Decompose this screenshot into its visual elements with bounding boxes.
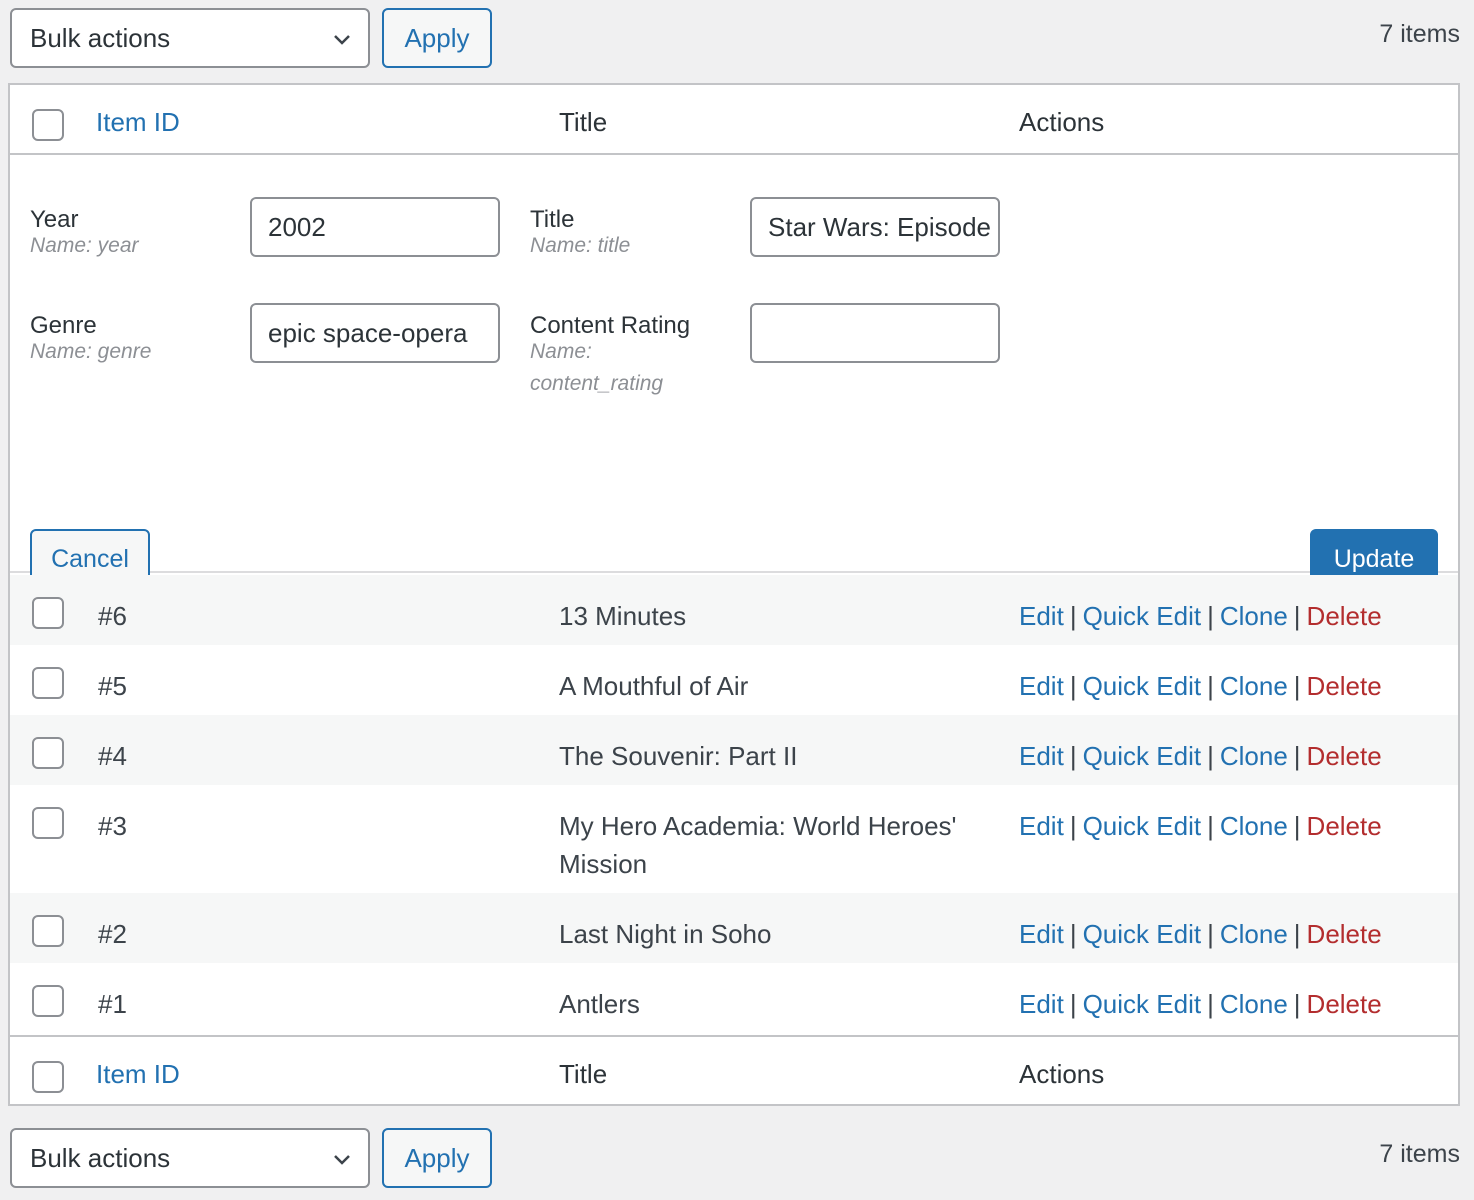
year-input[interactable]: 2002 (250, 197, 500, 257)
table-row: #1 Antlers Edit | Quick Edit | Clone | Delete (10, 963, 1458, 1033)
table-row: #4 The Souvenir: Part II Edit | Quick Edit… (10, 715, 1458, 785)
bulk-actions-select-value: Bulk actions (30, 1143, 171, 1173)
year-label: Year Name: year (30, 207, 139, 265)
items-count-bottom: 7 items (1379, 1140, 1460, 1168)
row-title: 13 Minutes (559, 601, 687, 631)
genre-field-name: Name: genre (30, 340, 152, 363)
chevron-down-icon (334, 35, 350, 45)
row-title: Last Night in Soho (559, 919, 772, 949)
column-header-title: Title (559, 107, 608, 137)
delete-link[interactable]: Delete (1307, 811, 1382, 841)
row-id: #5 (98, 671, 127, 701)
quick-edit-link[interactable]: Quick Edit (1083, 919, 1202, 949)
delete-link[interactable]: Delete (1307, 741, 1382, 771)
content-rating-input[interactable] (750, 303, 1000, 363)
quick-edit-link[interactable]: Quick Edit (1083, 989, 1202, 1019)
delete-link[interactable]: Delete (1307, 601, 1382, 631)
apply-button-bottom[interactable]: Apply (382, 1128, 492, 1188)
clone-link[interactable]: Clone (1220, 601, 1288, 631)
quick-edit-panel: Year Name: year 2002 Title Name: title S… (10, 157, 1458, 589)
row-actions: Edit | Quick Edit | Clone | Delete (1019, 671, 1382, 701)
tablenav-top: Bulk actions Apply 7 items (10, 8, 1460, 68)
delete-link[interactable]: Delete (1307, 989, 1382, 1019)
bulk-actions-select-value: Bulk actions (30, 23, 171, 53)
row-id: #4 (98, 741, 127, 771)
edit-link[interactable]: Edit (1019, 989, 1064, 1019)
row-checkbox[interactable] (32, 667, 64, 699)
table-row: #2 Last Night in Soho Edit | Quick Edit | Cl… (10, 893, 1458, 963)
items-count: 7 items (1379, 20, 1460, 48)
row-id: #2 (98, 919, 127, 949)
edit-link[interactable]: Edit (1019, 919, 1064, 949)
row-id: #1 (98, 989, 127, 1019)
column-header-actions: Actions (1019, 107, 1105, 137)
genre-input[interactable]: epic space-opera (250, 303, 500, 363)
table-row: #3 My Hero Academia: World Heroes' Missi… (10, 785, 1458, 893)
row-actions: Edit | Quick Edit | Clone | Delete (1019, 601, 1382, 631)
edit-link[interactable]: Edit (1019, 741, 1064, 771)
clone-link[interactable]: Clone (1220, 671, 1288, 701)
quick-edit-link[interactable]: Quick Edit (1083, 741, 1202, 771)
row-id: #3 (98, 811, 127, 841)
table-footer: Item ID Title Actions (10, 1035, 1458, 1106)
row-checkbox[interactable] (32, 985, 64, 1017)
content-rating-label: Content Rating Name: content_rating (530, 313, 690, 403)
column-header-item-id[interactable]: Item ID (96, 107, 180, 138)
column-footer-actions: Actions (1019, 1059, 1105, 1089)
select-all-checkbox-footer[interactable] (32, 1061, 64, 1093)
row-actions: Edit | Quick Edit | Clone | Delete (1019, 811, 1382, 841)
table-row: #5 A Mouthful of Air Edit | Quick Edit | Clo… (10, 645, 1458, 715)
quick-edit-link[interactable]: Quick Edit (1083, 811, 1202, 841)
chevron-down-icon (334, 1155, 350, 1165)
title-label: Title Name: title (530, 207, 630, 265)
row-title: Antlers (559, 989, 640, 1019)
clone-link[interactable]: Clone (1220, 811, 1288, 841)
bulk-actions-select[interactable]: Bulk actions (10, 8, 370, 68)
row-title: The Souvenir: Part II (559, 741, 798, 771)
row-checkbox[interactable] (32, 737, 64, 769)
year-field-name: Name: year (30, 234, 139, 257)
edit-link[interactable]: Edit (1019, 811, 1064, 841)
select-all-checkbox[interactable] (32, 109, 64, 141)
row-actions: Edit | Quick Edit | Clone | Delete (1019, 919, 1382, 949)
title-input[interactable]: Star Wars: Episode II (750, 197, 1000, 257)
row-title: My Hero Academia: World Heroes' Mission (559, 811, 957, 879)
row-checkbox[interactable] (32, 597, 64, 629)
bulk-actions-select-bottom[interactable]: Bulk actions (10, 1128, 370, 1188)
row-actions: Edit | Quick Edit | Clone | Delete (1019, 989, 1382, 1019)
clone-link[interactable]: Clone (1220, 741, 1288, 771)
title-field-name: Name: title (530, 234, 631, 257)
quick-edit-link[interactable]: Quick Edit (1083, 671, 1202, 701)
clone-link[interactable]: Clone (1220, 989, 1288, 1019)
edit-link[interactable]: Edit (1019, 671, 1064, 701)
row-id: #6 (98, 601, 127, 631)
delete-link[interactable]: Delete (1307, 919, 1382, 949)
content-rating-field-name-2: content_rating (530, 372, 664, 395)
clone-link[interactable]: Clone (1220, 919, 1288, 949)
quick-edit-link[interactable]: Quick Edit (1083, 601, 1202, 631)
row-actions: Edit | Quick Edit | Clone | Delete (1019, 741, 1382, 771)
delete-link[interactable]: Delete (1307, 671, 1382, 701)
row-checkbox[interactable] (32, 807, 64, 839)
column-footer-title: Title (559, 1059, 608, 1089)
items-table: Item ID Title Actions Year Name: year 20… (8, 83, 1460, 1106)
row-checkbox[interactable] (32, 915, 64, 947)
table-row: #6 13 Minutes Edit | Quick Edit | Clone | Dele… (10, 575, 1458, 645)
tablenav-bottom: Bulk actions Apply 7 items (10, 1128, 1460, 1188)
apply-button[interactable]: Apply (382, 8, 492, 68)
table-header: Item ID Title Actions (10, 85, 1458, 155)
row-title: A Mouthful of Air (559, 671, 749, 701)
genre-label: Genre Name: genre (30, 313, 151, 371)
edit-link[interactable]: Edit (1019, 601, 1064, 631)
column-footer-item-id[interactable]: Item ID (96, 1059, 180, 1090)
